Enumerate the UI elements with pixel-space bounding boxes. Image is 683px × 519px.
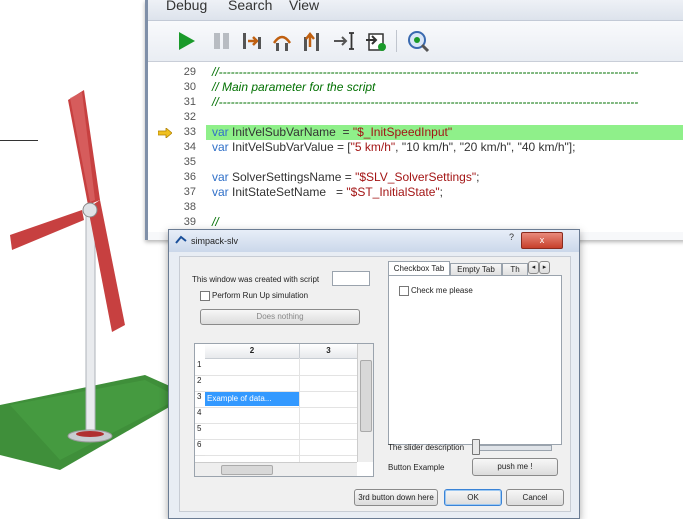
line-number: 32 [183, 111, 196, 123]
row-divider [205, 407, 357, 408]
selected-cell[interactable]: Example of data... [205, 392, 299, 406]
line-number: 29 [183, 66, 196, 78]
code-line: //--------------------------------------… [212, 95, 639, 109]
button-example-label: Button Example [388, 463, 445, 472]
perform-checkbox[interactable] [200, 291, 210, 301]
tab-scroll-left-icon[interactable]: ◂ [528, 261, 539, 274]
data-table[interactable]: 2 3 123456 Example of data... [194, 343, 374, 477]
app-icon [175, 235, 187, 244]
row-header[interactable]: 5 [195, 424, 207, 440]
ok-button[interactable]: OK [444, 489, 502, 506]
turbine-blade-left [10, 210, 84, 250]
code-line: //--------------------------------------… [212, 65, 639, 79]
push-me-button[interactable]: push me ! [472, 458, 558, 476]
check-me-label: Check me please [411, 286, 473, 295]
line-number: 37 [183, 186, 196, 198]
step-out-icon[interactable] [300, 29, 324, 53]
created-input[interactable] [332, 271, 370, 286]
line-number: 34 [183, 141, 196, 153]
code-line: var SolverSettingsName = "$SLV_SolverSet… [212, 170, 480, 184]
close-button[interactable]: x [521, 232, 563, 249]
row-divider [205, 423, 357, 424]
script-editor-window: Debug Search View 29 //------------------… [145, 0, 683, 240]
slider-track[interactable] [472, 445, 552, 451]
line-number: 39 [183, 216, 196, 228]
slider-label: The slider description [388, 443, 465, 452]
cancel-button[interactable]: Cancel [506, 489, 564, 506]
step-over-icon[interactable] [270, 29, 294, 53]
line-number: 38 [183, 201, 196, 213]
menu-debug[interactable]: Debug [166, 0, 207, 13]
tab-scroll-right-icon[interactable]: ▸ [539, 261, 550, 274]
row-header[interactable]: 1 [195, 360, 207, 376]
run-to-cursor-icon[interactable] [332, 29, 356, 53]
does-nothing-button[interactable]: Does nothing [200, 309, 360, 325]
code-line: var InitVelSubVarValue = ["5 km/h", "10 … [212, 140, 576, 154]
breakpoint-icon[interactable] [364, 29, 388, 53]
created-label: This window was created with script [192, 275, 320, 284]
row-divider [205, 455, 357, 456]
code-line: var InitStateSetName = "$ST_InitialState… [212, 185, 443, 199]
turbine-hub [82, 202, 98, 218]
code-line: // Main parameter for the script [212, 80, 376, 94]
perform-label: Perform Run Up simulation [212, 291, 309, 300]
inspect-icon[interactable] [406, 29, 430, 53]
menu-search[interactable]: Search [228, 0, 272, 13]
menu-view[interactable]: View [289, 0, 319, 13]
row-divider [205, 439, 357, 440]
code-line: // [212, 215, 219, 229]
line-number: 35 [183, 156, 196, 168]
line-number: 33 [183, 126, 196, 138]
row-header[interactable]: 2 [195, 376, 207, 392]
tab-checkbox[interactable]: Checkbox Tab [388, 261, 450, 276]
dialog-body: This window was created with script Perf… [179, 256, 571, 512]
row-header[interactable]: 6 [195, 440, 207, 456]
run-icon[interactable] [174, 29, 198, 53]
dialog-title: simpack-slv [191, 236, 239, 246]
execution-arrow-icon [158, 128, 172, 138]
line-number: 31 [183, 96, 196, 108]
menu-bar: Debug Search View [148, 0, 683, 21]
row-header[interactable]: 4 [195, 408, 207, 424]
column-header[interactable]: 3 [300, 344, 358, 359]
third-button[interactable]: 3rd button down here [354, 489, 438, 506]
horizontal-scrollbar[interactable] [195, 462, 357, 476]
turbine-tower [85, 209, 96, 436]
line-number: 30 [183, 81, 196, 93]
pause-icon[interactable] [210, 29, 234, 53]
code-area[interactable]: 29 //------------------------------------… [148, 62, 683, 232]
vertical-scrollbar[interactable] [357, 344, 373, 462]
column-divider [299, 358, 300, 462]
code-line: var InitVelSubVarName = "$_InitSpeedInpu… [212, 125, 453, 139]
tab-panel: Check me please [388, 275, 562, 445]
column-header[interactable]: 2 [205, 344, 300, 359]
leader-line [0, 140, 38, 141]
slider-thumb[interactable] [472, 439, 480, 455]
debug-toolbar [148, 21, 683, 62]
check-me-checkbox[interactable] [399, 286, 409, 296]
line-number: 36 [183, 171, 196, 183]
simpack-dialog: simpack-slv ? x This window was created … [168, 229, 580, 519]
row-divider [205, 375, 357, 376]
dialog-titlebar[interactable]: simpack-slv ? x [169, 230, 579, 252]
step-into-icon[interactable] [240, 29, 264, 53]
